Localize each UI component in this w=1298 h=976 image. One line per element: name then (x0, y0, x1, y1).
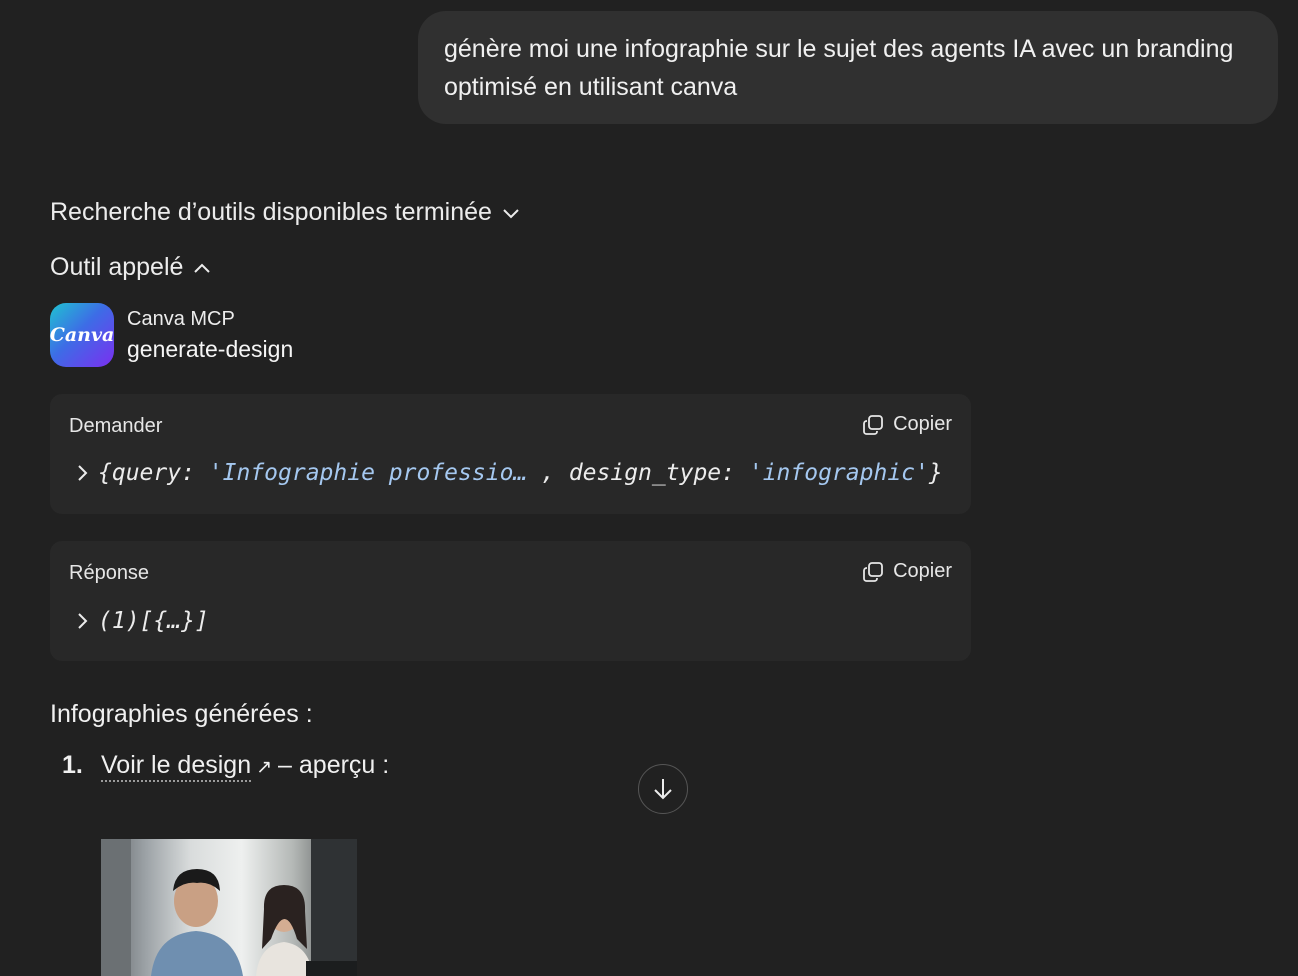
request-code[interactable]: {query: 'Infographie professio… , design… (75, 460, 943, 486)
list-number: 1. (62, 751, 83, 779)
design-type-value: 'infographic' (748, 460, 929, 486)
results-title: Infographies générées : (50, 700, 313, 728)
code-close: } (928, 460, 943, 486)
view-design-link[interactable]: Voir le design (101, 750, 252, 782)
chevron-right-icon (78, 613, 88, 629)
chevron-right-icon (78, 465, 88, 481)
request-copy-button[interactable]: Copier (862, 413, 952, 436)
code-open: {query: (98, 460, 209, 486)
tool-called-label: Outil appelé (50, 253, 184, 281)
design-preview-image[interactable] (101, 839, 357, 976)
tool-provider: Canva MCP (127, 308, 235, 330)
chevron-up-icon (194, 263, 211, 273)
query-value: 'Infographie professio… (208, 460, 542, 486)
search-tools-label: Recherche d’outils disponibles terminée (50, 198, 492, 226)
request-card: Demander Copier {query: 'Infographie pro… (50, 394, 971, 514)
copy-icon (863, 561, 883, 582)
request-copy-label: Copier (893, 413, 952, 435)
tool-name: generate-design (127, 336, 294, 362)
tool-called-toggle[interactable]: Outil appelé (50, 253, 211, 282)
external-link-icon: ↗ (256, 757, 273, 778)
response-code-text: (1)[{…}] (98, 608, 209, 634)
tool-text: Canva MCP generate-design (127, 305, 293, 365)
request-card-label: Demander (69, 415, 163, 437)
arrow-down-icon (654, 779, 672, 800)
canva-logo: Canva (50, 303, 114, 367)
canva-logo-text: Canva (49, 324, 115, 346)
code-separator: , design_type: (541, 460, 749, 486)
response-copy-button[interactable]: Copier (862, 560, 952, 583)
user-message-text: génère moi une infographie sur le sujet … (444, 35, 1234, 101)
tool-header: Canva Canva MCP generate-design (50, 303, 293, 367)
preview-suffix: – aperçu : (278, 751, 390, 779)
response-card: Réponse Copier (1)[{…}] (50, 541, 971, 661)
search-tools-toggle[interactable]: Recherche d’outils disponibles terminée (50, 198, 520, 227)
scroll-to-bottom-button[interactable] (638, 764, 688, 814)
preview-photo (101, 839, 357, 976)
response-copy-label: Copier (893, 560, 952, 582)
response-card-label: Réponse (69, 562, 150, 584)
user-message-bubble: génère moi une infographie sur le sujet … (418, 11, 1278, 124)
list-item: 1. Voir le design ↗ – aperçu : (62, 750, 389, 782)
chevron-down-icon (503, 208, 519, 218)
copy-icon (863, 414, 883, 435)
response-code[interactable]: (1)[{…}] (75, 608, 209, 634)
